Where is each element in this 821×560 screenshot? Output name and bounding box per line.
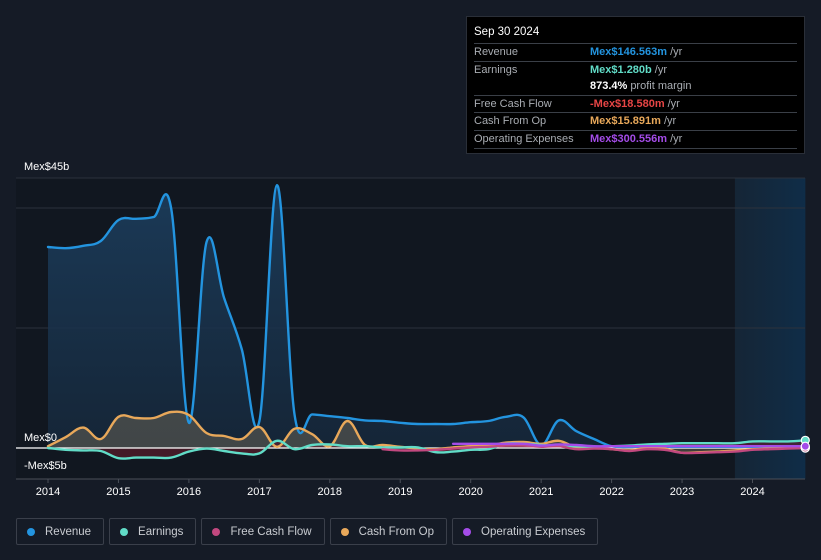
- tooltip-revenue-value: Mex$146.563m/yr: [590, 44, 682, 61]
- operating-expenses-point: [800, 441, 810, 451]
- tooltip-row-revenue: Revenue Mex$146.563m/yr: [474, 44, 797, 62]
- tooltip-row-cash-from-op: Cash From Op Mex$15.891m/yr: [474, 113, 797, 131]
- y-axis-label: Mex$45b: [24, 161, 69, 173]
- legend-item-free-cash-flow[interactable]: Free Cash Flow: [201, 518, 325, 545]
- tooltip-row-operating-expenses: Operating Expenses Mex$300.556m/yr: [474, 131, 797, 149]
- x-tick-label: 2017: [247, 486, 271, 498]
- legend: Revenue Earnings Free Cash Flow Cash Fro…: [16, 518, 599, 545]
- tooltip-row-profit-margin: 873.4% profit margin: [474, 78, 797, 96]
- unit-text: /yr: [667, 97, 680, 110]
- tooltip-label: [474, 78, 590, 95]
- legend-item-cash-from-op[interactable]: Cash From Op: [329, 518, 448, 545]
- revenue-dot-icon: [27, 527, 35, 536]
- x-tick-label: 2021: [529, 486, 553, 498]
- unit-text: /yr: [654, 63, 667, 76]
- earnings-dot-icon: [120, 527, 129, 536]
- legend-label: Operating Expenses: [481, 525, 586, 538]
- x-tick-label: 2020: [458, 486, 482, 498]
- operating-expenses-dot-icon: [463, 527, 472, 536]
- value-text: Mex$1.280b: [590, 63, 652, 76]
- legend-item-revenue[interactable]: Revenue: [16, 518, 105, 545]
- value-text: 873.4%: [590, 80, 628, 93]
- value-text: Mex$300.556m: [590, 132, 668, 145]
- tooltip-panel: Sep 30 2024 Revenue Mex$146.563m/yr Earn…: [466, 16, 805, 154]
- legend-label: Free Cash Flow: [230, 525, 312, 538]
- y-axis-label: Mex$0: [24, 432, 57, 444]
- unit-text: /yr: [670, 132, 683, 145]
- x-tick-label: 2022: [599, 486, 623, 498]
- value-text: Mex$146.563m: [590, 46, 668, 58]
- tooltip-row-earnings: Earnings Mex$1.280b/yr: [474, 62, 797, 79]
- x-tick-label: 2018: [318, 486, 342, 498]
- tooltip-earnings-value: Mex$1.280b/yr: [590, 62, 667, 79]
- value-text: Mex$15.891m: [590, 115, 661, 128]
- tooltip-date: Sep 30 2024: [474, 24, 797, 44]
- legend-item-earnings[interactable]: Earnings: [109, 518, 197, 545]
- y-axis-label: -Mex$5b: [24, 460, 67, 472]
- x-tick-label: 2023: [670, 486, 694, 498]
- cash-from-op-dot-icon: [340, 527, 349, 536]
- tooltip-row-free-cash-flow: Free Cash Flow -Mex$18.580m/yr: [474, 96, 797, 114]
- legend-label: Revenue: [45, 525, 92, 538]
- tooltip-label: Operating Expenses: [474, 132, 574, 145]
- legend-item-operating-expenses[interactable]: Operating Expenses: [452, 518, 599, 545]
- legend-label: Cash From Op: [358, 525, 435, 538]
- tooltip-opex-value: Mex$300.556m/yr: [590, 131, 682, 148]
- tooltip-fcf-value: -Mex$18.580m/yr: [590, 96, 680, 113]
- x-tick-label: 2015: [106, 486, 130, 498]
- tooltip-label: Revenue: [474, 46, 519, 58]
- unit-text: profit margin: [630, 80, 692, 93]
- x-tick-label: 2024: [740, 486, 764, 498]
- legend-label: Earnings: [138, 525, 184, 538]
- tooltip-label: Earnings: [474, 63, 518, 76]
- tooltip-cfo-value: Mex$15.891m/yr: [590, 113, 676, 130]
- tooltip-label: Cash From Op: [474, 115, 547, 128]
- free-cash-flow-dot-icon: [212, 527, 221, 536]
- x-tick-label: 2014: [36, 486, 60, 498]
- tooltip-label: Free Cash Flow: [474, 97, 552, 110]
- unit-text: /yr: [670, 46, 683, 58]
- value-text: -Mex$18.580m: [590, 97, 665, 110]
- x-tick-label: 2019: [388, 486, 412, 498]
- x-tick-label: 2016: [177, 486, 201, 498]
- unit-text: /yr: [663, 115, 677, 128]
- tooltip-profit-margin-value: 873.4% profit margin: [590, 78, 691, 95]
